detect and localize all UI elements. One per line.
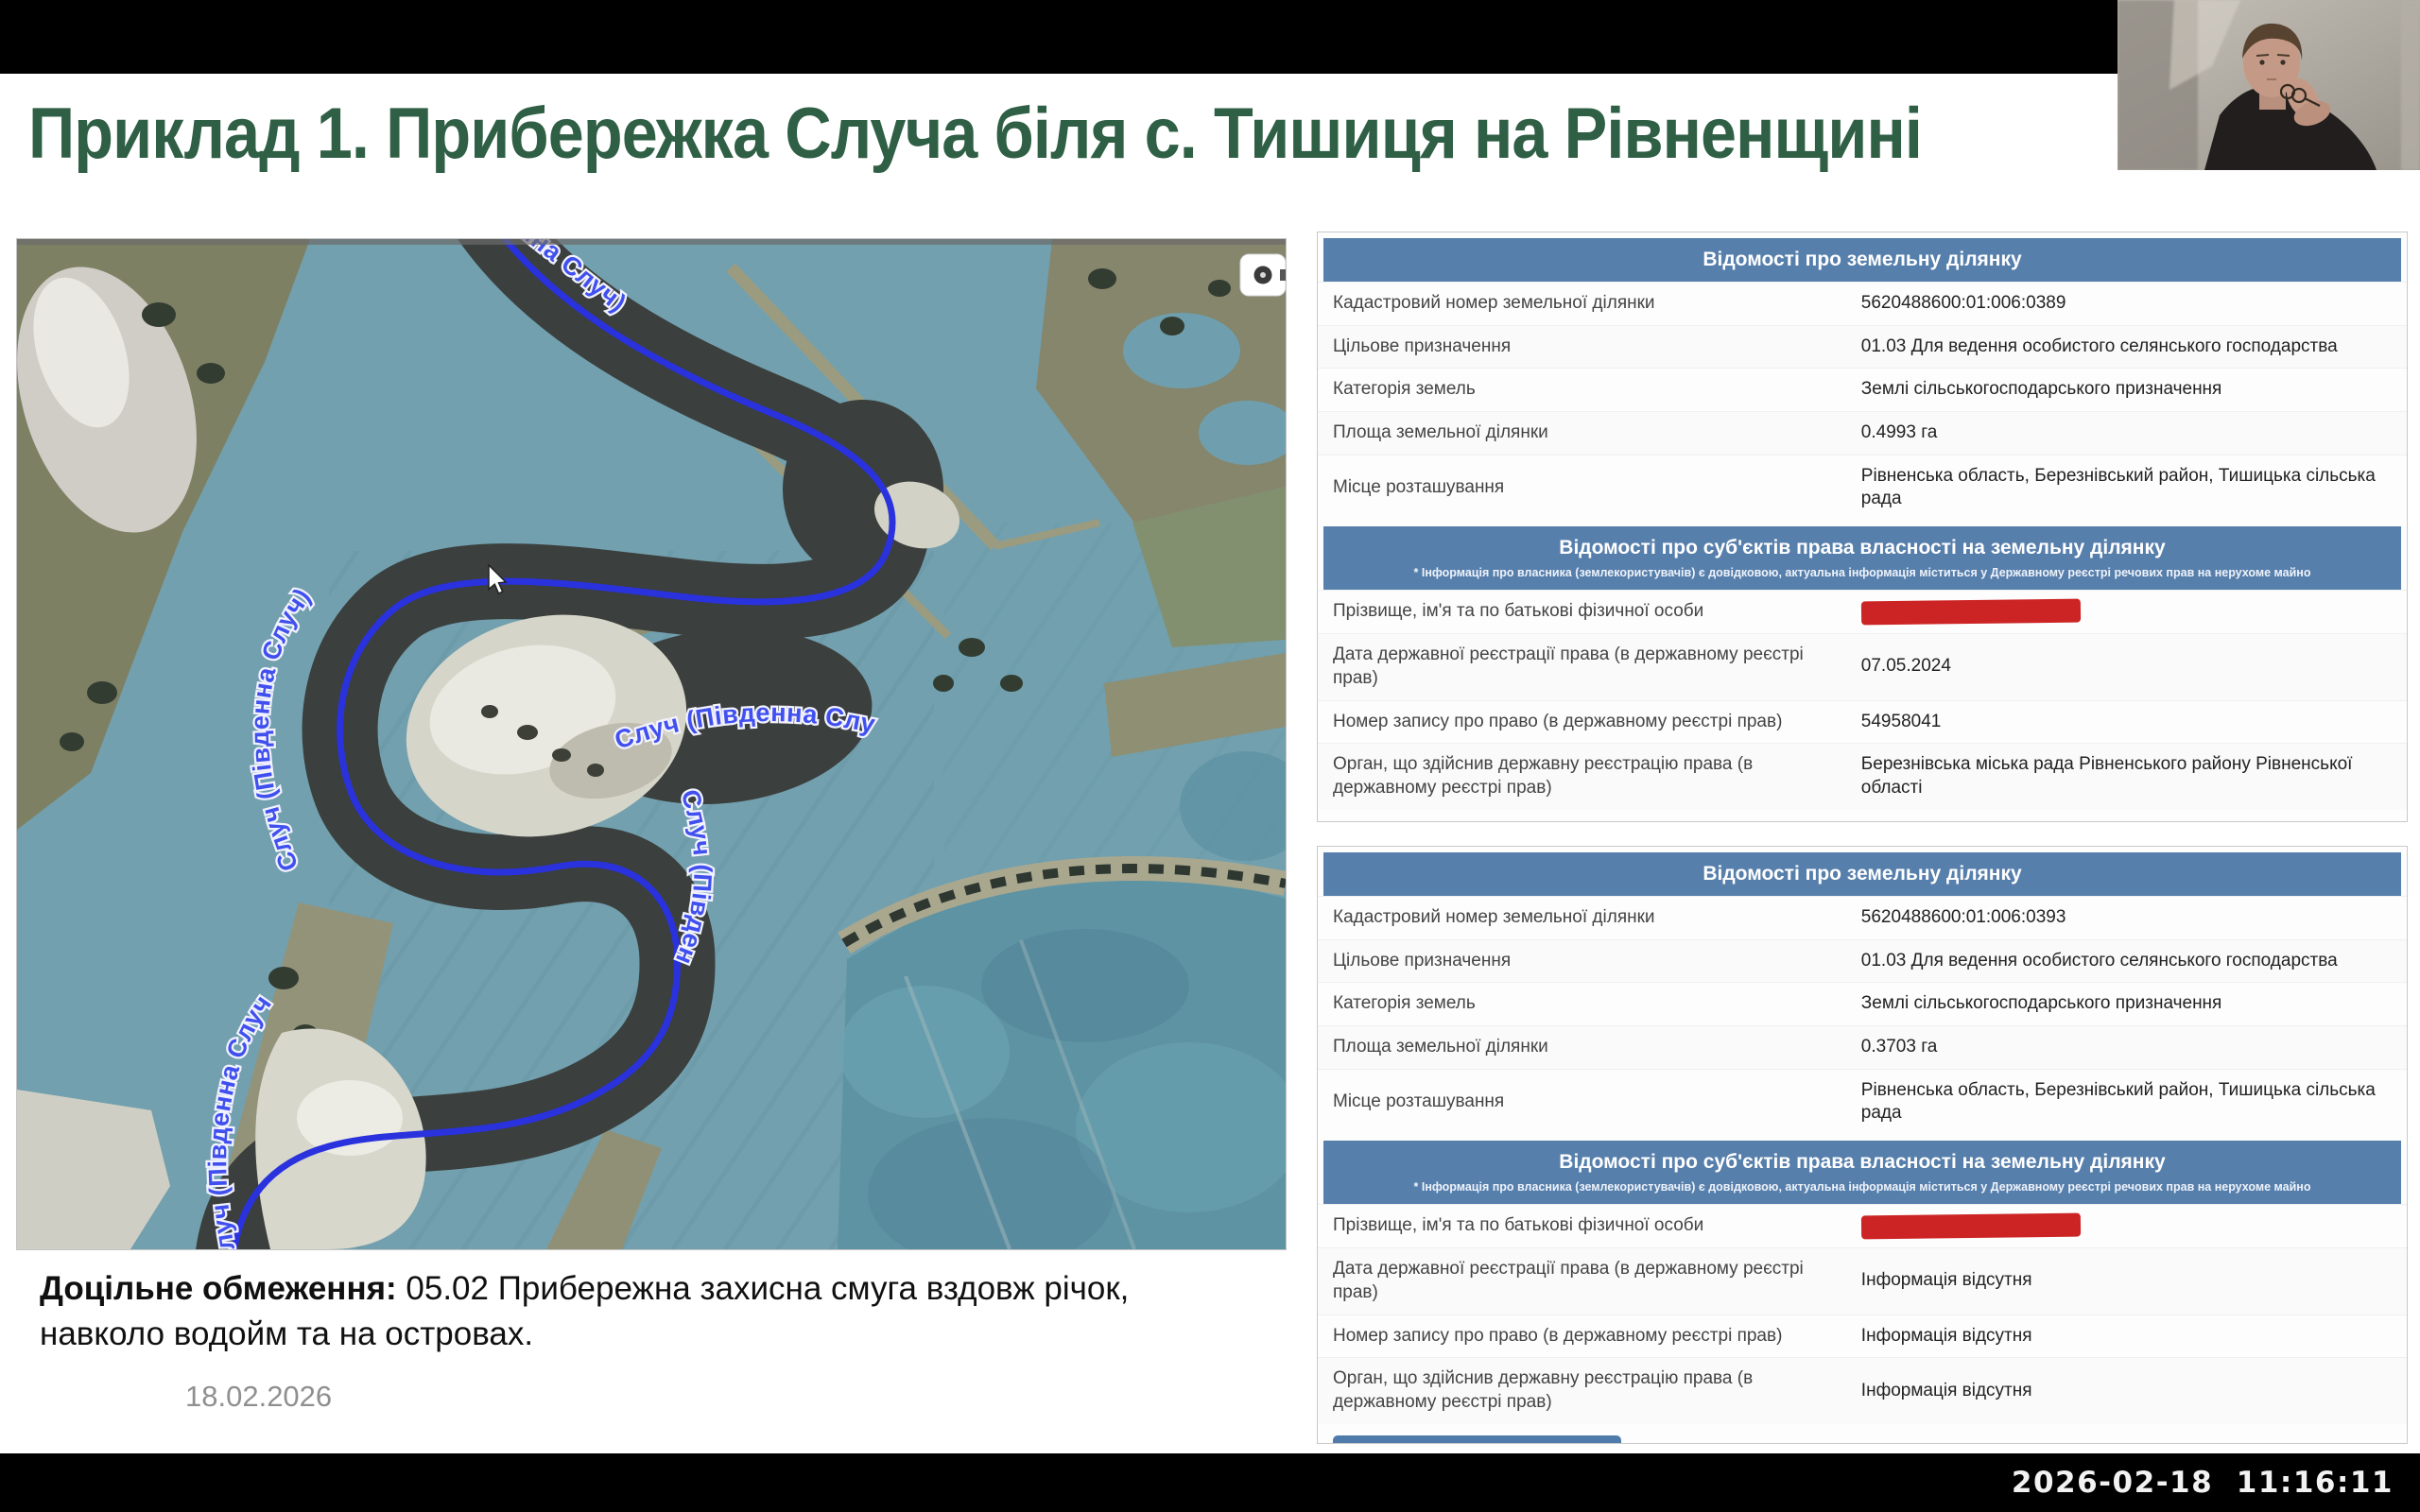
row-label: Площа земельної ділянки [1333, 421, 1852, 445]
row-label: Цільове призначення [1333, 335, 1852, 359]
row-value: Березнівська міська рада Рівненського ра… [1852, 753, 2392, 799]
info-row: Номер запису про право (в державному реє… [1318, 700, 2407, 744]
parcel-info-panel-2: Відомості про земельну ділянку Кадастров… [1317, 846, 2408, 1444]
row-label: Кадастровий номер земельної ділянки [1333, 292, 1852, 316]
info-row: Площа земельної ділянки 0.3703 га [1318, 1025, 2407, 1069]
owners-header: Відомості про суб'єктів права власності … [1323, 1141, 2401, 1204]
info-row: Орган, що здійснив державну реєстрацію п… [1318, 1357, 2407, 1423]
row-label: Місце розташування [1333, 476, 1852, 500]
slide-date: 18.02.2026 [185, 1380, 332, 1414]
row-value: 01.03 Для ведення особистого селянського… [1852, 950, 2392, 973]
row-label: Номер запису про право (в державному реє… [1333, 711, 1852, 734]
info-row: Кадастровий номер земельної ділянки 5620… [1318, 282, 2407, 325]
row-value: Землі сільськогосподарського призначення [1852, 992, 2392, 1016]
info-row: Категорія земель Землі сільськогосподарс… [1318, 982, 2407, 1025]
info-row: Дата державної реєстрації права (в держа… [1318, 1247, 2407, 1314]
map-top-shadow [17, 239, 1286, 245]
row-label: Кадастровий номер земельної ділянки [1333, 906, 1852, 930]
webcam-video [2118, 0, 2420, 170]
row-value [1852, 600, 2392, 624]
info-row: Місце розташування Рівненська область, Б… [1318, 1069, 2407, 1135]
info-row: Місце розташування Рівненська область, Б… [1318, 455, 2407, 521]
row-value: Інформація відсутня [1852, 1325, 2392, 1349]
row-label: Категорія земель [1333, 378, 1852, 402]
row-value: Землі сільськогосподарського призначення [1852, 378, 2392, 402]
info-row: Прізвище, ім'я та по батькові фізичної о… [1318, 1204, 2407, 1247]
redaction-bar [1861, 1213, 2081, 1240]
screen: Приклад 1. Прибережка Случа біля с. Тиши… [0, 0, 2420, 1512]
map-caption: Доцільне обмеження: 05.02 Прибережна зах… [40, 1266, 1146, 1356]
info-row: Кадастровий номер земельної ділянки 5620… [1318, 896, 2407, 939]
download-pdf-button[interactable]: Завантажити документ в PDF [1333, 821, 1621, 822]
info-row: Категорія земель Землі сільськогосподарс… [1318, 368, 2407, 411]
satellite-map[interactable]: (Південна Случ) Случ (Південна Случ) Слу… [17, 239, 1286, 1249]
owners-header-note: * Інформація про власника (землекористув… [1331, 566, 2394, 579]
row-label: Цільове призначення [1333, 950, 1852, 973]
row-value: Інформація відсутня [1852, 1269, 2392, 1293]
row-value: 5620488600:01:006:0389 [1852, 292, 2392, 316]
info-row: Площа земельної ділянки 0.4993 га [1318, 411, 2407, 455]
row-label: Дата державної реєстрації права (в держа… [1333, 1258, 1852, 1304]
bottom-black-bar: 2026-02-18 11:16:11 [0, 1453, 2420, 1512]
row-label: Орган, що здійснив державну реєстрацію п… [1333, 1367, 1852, 1414]
top-black-bar [0, 0, 2420, 74]
owners-header-title: Відомості про суб'єктів права власності … [1559, 537, 2165, 558]
info-row: Дата державної реєстрації права (в держа… [1318, 633, 2407, 699]
row-label: Номер запису про право (в державному реє… [1333, 1325, 1852, 1349]
caption-bold: Доцільне обмеження: [40, 1270, 397, 1307]
row-value: 5620488600:01:006:0393 [1852, 906, 2392, 930]
recording-timestamp: 2026-02-18 11:16:11 [2012, 1466, 2394, 1500]
info-row: Прізвище, ім'я та по батькові фізичної о… [1318, 590, 2407, 633]
owners-header: Відомості про суб'єктів права власності … [1323, 526, 2401, 590]
slide-title: Приклад 1. Прибережка Случа біля с. Тиши… [28, 93, 2240, 175]
row-label: Прізвище, ім'я та по батькові фізичної о… [1333, 600, 1852, 624]
row-value: 0.4993 га [1852, 421, 2392, 445]
row-value: Рівненська область, Березнівський район,… [1852, 1079, 2392, 1125]
row-label: Прізвище, ім'я та по батькові фізичної о… [1333, 1214, 1852, 1238]
row-value: Інформація відсутня [1852, 1380, 2392, 1403]
panel-header: Відомості про земельну ділянку [1323, 852, 2401, 896]
info-row: Номер запису про право (в державному реє… [1318, 1314, 2407, 1358]
info-row: Цільове призначення 01.03 Для ведення ос… [1318, 939, 2407, 983]
row-value [1852, 1214, 2392, 1238]
row-label: Місце розташування [1333, 1091, 1852, 1114]
row-value: 07.05.2024 [1852, 655, 2392, 679]
info-row: Орган, що здійснив державну реєстрацію п… [1318, 743, 2407, 809]
parcel-info-panel-1: Відомості про земельну ділянку Кадастров… [1317, 232, 2408, 822]
owners-header-title: Відомості про суб'єктів права власності … [1559, 1151, 2165, 1173]
row-value: Рівненська область, Березнівський район,… [1852, 465, 2392, 511]
row-label: Дата державної реєстрації права (в держа… [1333, 644, 1852, 690]
panel-header: Відомості про земельну ділянку [1323, 238, 2401, 282]
map-locate-button[interactable] [1240, 254, 1286, 296]
info-row: Цільове призначення 01.03 Для ведення ос… [1318, 325, 2407, 369]
owners-header-note: * Інформація про власника (землекористув… [1331, 1180, 2394, 1194]
presentation-slide: Приклад 1. Прибережка Случа біля с. Тиши… [0, 74, 2420, 1453]
row-value: 01.03 Для ведення особистого селянського… [1852, 335, 2392, 359]
row-value: 54958041 [1852, 711, 2392, 734]
download-pdf-button[interactable]: Завантажити документ в PDF [1333, 1435, 1621, 1444]
row-label: Категорія земель [1333, 992, 1852, 1016]
row-label: Орган, що здійснив державну реєстрацію п… [1333, 753, 1852, 799]
redaction-bar [1861, 599, 2081, 626]
row-value: 0.3703 га [1852, 1036, 2392, 1059]
row-label: Площа земельної ділянки [1333, 1036, 1852, 1059]
